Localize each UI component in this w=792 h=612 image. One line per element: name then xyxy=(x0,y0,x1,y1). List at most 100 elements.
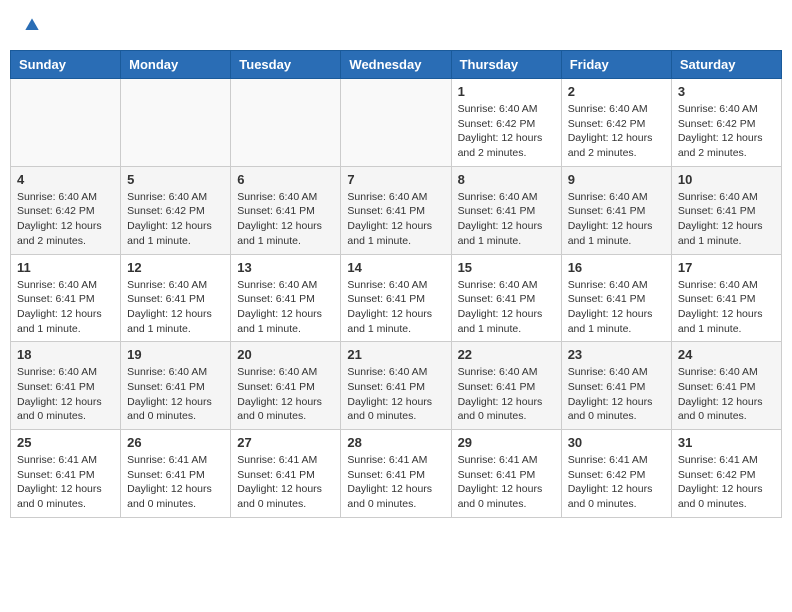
day-number: 24 xyxy=(678,347,775,362)
day-number: 23 xyxy=(568,347,665,362)
day-info: Sunrise: 6:41 AMSunset: 6:42 PMDaylight:… xyxy=(678,453,775,512)
calendar-cell: 5 Sunrise: 6:40 AMSunset: 6:42 PMDaylight… xyxy=(121,166,231,254)
calendar-cell: 4 Sunrise: 6:40 AMSunset: 6:42 PMDaylight… xyxy=(11,166,121,254)
day-number: 12 xyxy=(127,260,224,275)
calendar-cell: 31 Sunrise: 6:41 AMSunset: 6:42 PMDayligh… xyxy=(671,430,781,518)
day-number: 19 xyxy=(127,347,224,362)
day-number: 16 xyxy=(568,260,665,275)
calendar-cell: 1 Sunrise: 6:40 AMSunset: 6:42 PMDaylight… xyxy=(451,79,561,167)
calendar-table: SundayMondayTuesdayWednesdayThursdayFrid… xyxy=(10,50,782,518)
day-number: 18 xyxy=(17,347,114,362)
day-info: Sunrise: 6:40 AMSunset: 6:41 PMDaylight:… xyxy=(237,190,334,249)
day-info: Sunrise: 6:40 AMSunset: 6:42 PMDaylight:… xyxy=(127,190,224,249)
day-number: 22 xyxy=(458,347,555,362)
day-number: 5 xyxy=(127,172,224,187)
calendar-cell: 30Sunrise: 6:41 AMSunset: 6:42 PMDayligh… xyxy=(561,430,671,518)
day-number: 21 xyxy=(347,347,444,362)
day-header-thursday: Thursday xyxy=(451,51,561,79)
day-number: 27 xyxy=(237,435,334,450)
calendar-cell: 20Sunrise: 6:40 AMSunset: 6:41 PMDayligh… xyxy=(231,342,341,430)
day-number: 6 xyxy=(237,172,334,187)
day-info: Sunrise: 6:40 AMSunset: 6:41 PMDaylight:… xyxy=(678,190,775,249)
day-info: Sunrise: 6:40 AMSunset: 6:41 PMDaylight:… xyxy=(237,365,334,424)
day-info: Sunrise: 6:40 AMSunset: 6:41 PMDaylight:… xyxy=(678,278,775,337)
day-info: Sunrise: 6:40 AMSunset: 6:41 PMDaylight:… xyxy=(17,365,114,424)
day-number: 7 xyxy=(347,172,444,187)
calendar-cell: 18 Sunrise: 6:40 AMSunset: 6:41 PMDayligh… xyxy=(11,342,121,430)
day-number: 1 xyxy=(458,84,555,99)
calendar-cell: 27 Sunrise: 6:41 AMSunset: 6:41 PMDayligh… xyxy=(231,430,341,518)
day-info: Sunrise: 6:40 AMSunset: 6:42 PMDaylight:… xyxy=(568,102,665,161)
calendar-cell: 29 Sunrise: 6:41 AMSunset: 6:41 PMDayligh… xyxy=(451,430,561,518)
calendar-cell: 17 Sunrise: 6:40 AMSunset: 6:41 PMDayligh… xyxy=(671,254,781,342)
calendar-cell: 23 Sunrise: 6:40 AMSunset: 6:41 PMDayligh… xyxy=(561,342,671,430)
day-number: 29 xyxy=(458,435,555,450)
calendar-cell: 8 Sunrise: 6:40 AMSunset: 6:41 PMDaylight… xyxy=(451,166,561,254)
day-header-friday: Friday xyxy=(561,51,671,79)
calendar-cell: 9 Sunrise: 6:40 AMSunset: 6:41 PMDaylight… xyxy=(561,166,671,254)
day-number: 2 xyxy=(568,84,665,99)
day-number: 28 xyxy=(347,435,444,450)
day-info: Sunrise: 6:41 AMSunset: 6:42 PMDaylight:… xyxy=(568,453,665,512)
day-info: Sunrise: 6:41 AMSunset: 6:41 PMDaylight:… xyxy=(17,453,114,512)
day-info: Sunrise: 6:40 AMSunset: 6:41 PMDaylight:… xyxy=(678,365,775,424)
calendar-cell: 3 Sunrise: 6:40 AMSunset: 6:42 PMDaylight… xyxy=(671,79,781,167)
calendar-cell: 25 Sunrise: 6:41 AMSunset: 6:41 PMDayligh… xyxy=(11,430,121,518)
day-info: Sunrise: 6:40 AMSunset: 6:41 PMDaylight:… xyxy=(127,278,224,337)
day-number: 14 xyxy=(347,260,444,275)
calendar-cell: 22 Sunrise: 6:40 AMSunset: 6:41 PMDayligh… xyxy=(451,342,561,430)
page-header xyxy=(10,10,782,40)
day-info: Sunrise: 6:40 AMSunset: 6:41 PMDaylight:… xyxy=(347,190,444,249)
day-number: 9 xyxy=(568,172,665,187)
day-info: Sunrise: 6:40 AMSunset: 6:41 PMDaylight:… xyxy=(458,278,555,337)
day-header-tuesday: Tuesday xyxy=(231,51,341,79)
day-info: Sunrise: 6:40 AMSunset: 6:41 PMDaylight:… xyxy=(127,365,224,424)
calendar-cell: 6 Sunrise: 6:40 AMSunset: 6:41 PMDaylight… xyxy=(231,166,341,254)
day-info: Sunrise: 6:41 AMSunset: 6:41 PMDaylight:… xyxy=(237,453,334,512)
day-info: Sunrise: 6:40 AMSunset: 6:41 PMDaylight:… xyxy=(568,278,665,337)
day-info: Sunrise: 6:40 AMSunset: 6:41 PMDaylight:… xyxy=(237,278,334,337)
logo-icon xyxy=(22,15,42,35)
calendar-cell: 7 Sunrise: 6:40 AMSunset: 6:41 PMDaylight… xyxy=(341,166,451,254)
day-number: 17 xyxy=(678,260,775,275)
calendar-cell xyxy=(341,79,451,167)
day-header-wednesday: Wednesday xyxy=(341,51,451,79)
day-info: Sunrise: 6:40 AMSunset: 6:42 PMDaylight:… xyxy=(678,102,775,161)
day-number: 15 xyxy=(458,260,555,275)
calendar-cell: 21 Sunrise: 6:40 AMSunset: 6:41 PMDayligh… xyxy=(341,342,451,430)
day-number: 25 xyxy=(17,435,114,450)
day-number: 26 xyxy=(127,435,224,450)
calendar-cell xyxy=(11,79,121,167)
day-info: Sunrise: 6:41 AMSunset: 6:41 PMDaylight:… xyxy=(458,453,555,512)
calendar-cell: 10 Sunrise: 6:40 AMSunset: 6:41 PMDayligh… xyxy=(671,166,781,254)
calendar-cell: 16 Sunrise: 6:40 AMSunset: 6:41 PMDayligh… xyxy=(561,254,671,342)
logo xyxy=(20,15,42,35)
day-number: 11 xyxy=(17,260,114,275)
day-number: 8 xyxy=(458,172,555,187)
day-info: Sunrise: 6:40 AMSunset: 6:41 PMDaylight:… xyxy=(458,365,555,424)
calendar-cell: 12 Sunrise: 6:40 AMSunset: 6:41 PMDayligh… xyxy=(121,254,231,342)
calendar-cell: 13Sunrise: 6:40 AMSunset: 6:41 PMDayligh… xyxy=(231,254,341,342)
calendar-cell: 28Sunrise: 6:41 AMSunset: 6:41 PMDayligh… xyxy=(341,430,451,518)
day-info: Sunrise: 6:40 AMSunset: 6:41 PMDaylight:… xyxy=(347,278,444,337)
day-info: Sunrise: 6:40 AMSunset: 6:42 PMDaylight:… xyxy=(458,102,555,161)
calendar-cell: 26 Sunrise: 6:41 AMSunset: 6:41 PMDayligh… xyxy=(121,430,231,518)
calendar-cell: 19 Sunrise: 6:40 AMSunset: 6:41 PMDayligh… xyxy=(121,342,231,430)
day-info: Sunrise: 6:40 AMSunset: 6:41 PMDaylight:… xyxy=(458,190,555,249)
day-info: Sunrise: 6:40 AMSunset: 6:41 PMDaylight:… xyxy=(347,365,444,424)
day-info: Sunrise: 6:40 AMSunset: 6:42 PMDaylight:… xyxy=(17,190,114,249)
calendar-cell: 11 Sunrise: 6:40 AMSunset: 6:41 PMDayligh… xyxy=(11,254,121,342)
calendar-cell xyxy=(231,79,341,167)
day-info: Sunrise: 6:40 AMSunset: 6:41 PMDaylight:… xyxy=(568,190,665,249)
day-info: Sunrise: 6:41 AMSunset: 6:41 PMDaylight:… xyxy=(127,453,224,512)
day-header-sunday: Sunday xyxy=(11,51,121,79)
day-number: 4 xyxy=(17,172,114,187)
day-info: Sunrise: 6:40 AMSunset: 6:41 PMDaylight:… xyxy=(568,365,665,424)
calendar-cell: 14 Sunrise: 6:40 AMSunset: 6:41 PMDayligh… xyxy=(341,254,451,342)
day-number: 31 xyxy=(678,435,775,450)
day-info: Sunrise: 6:40 AMSunset: 6:41 PMDaylight:… xyxy=(17,278,114,337)
day-header-monday: Monday xyxy=(121,51,231,79)
day-header-saturday: Saturday xyxy=(671,51,781,79)
day-number: 3 xyxy=(678,84,775,99)
day-number: 10 xyxy=(678,172,775,187)
